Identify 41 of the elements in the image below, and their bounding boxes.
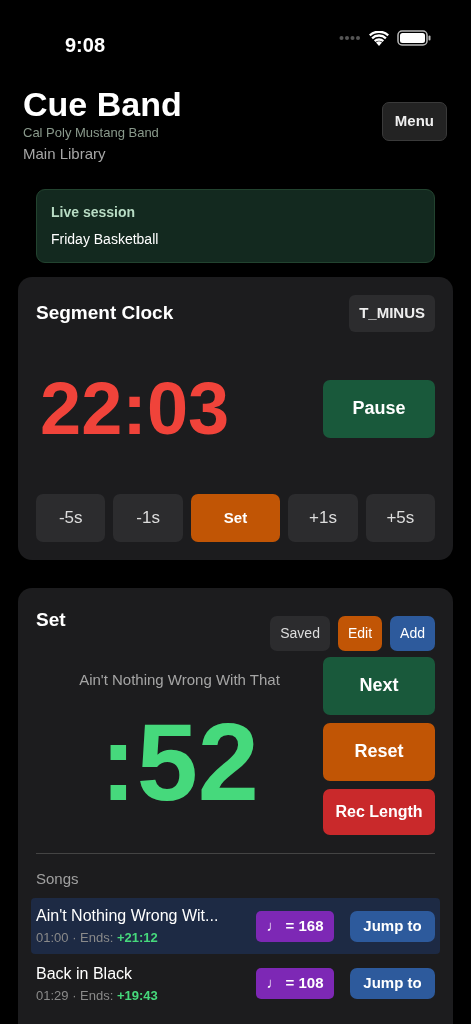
song-end-time: +21:12 (116, 930, 158, 946)
clock-time: 22:03 (40, 371, 230, 446)
adjust-button[interactable]: Set (190, 493, 281, 542)
panel-title: Set (36, 607, 66, 632)
tempo-badge: ♩ = 168 (256, 910, 334, 942)
song-meta: 01:29 · Ends: (36, 987, 114, 1003)
action-button[interactable]: Reset (323, 722, 435, 781)
current-song: Ain't Nothing Wrong With That (79, 669, 280, 690)
song-meta: 01:00 · Ends: (36, 930, 114, 946)
battery-icon (397, 30, 431, 46)
library-name: Main Library (23, 143, 107, 164)
songs-label: Songs (36, 868, 80, 889)
adjust-button[interactable]: +5s (365, 493, 436, 542)
set-time: :52 (100, 707, 259, 818)
organization-name: Cal Poly Mustang Band (23, 124, 160, 143)
adjust-button[interactable]: +1s (288, 493, 358, 542)
session-name: Friday Basketball (51, 230, 160, 250)
panel-header-button[interactable]: Edit (337, 615, 383, 651)
panel-header-button[interactable]: Saved (270, 615, 330, 651)
panel-title: Segment Clock (36, 301, 174, 326)
status-time: 9:08 (65, 33, 106, 58)
panel-header-button[interactable]: Add (390, 615, 435, 651)
jump-button[interactable]: Jump to (350, 968, 435, 1000)
pause-button[interactable]: Pause (323, 379, 435, 438)
mode-label: T_MINUS (349, 295, 435, 332)
tempo-badge: ♩ = 108 (256, 968, 334, 1000)
song-row[interactable]: Back in Black 01:29 · Ends: +19:43 ♩ = 108 Jump to (31, 955, 440, 1012)
song-title: Ain't Nothing Wrong Wit... (36, 906, 220, 927)
signal-icon (339, 35, 361, 41)
app-title: Cue Band (23, 86, 182, 124)
adjust-button[interactable]: -5s (36, 493, 106, 542)
song-end-time: +19:43 (116, 987, 158, 1003)
song-title: Back in Black (36, 963, 134, 984)
adjust-button[interactable]: -1s (113, 493, 183, 542)
jump-button[interactable]: Jump to (350, 910, 435, 942)
action-button[interactable]: Next (323, 656, 435, 715)
wifi-icon (369, 30, 389, 46)
session-label: Live session (51, 203, 137, 223)
action-button[interactable]: Rec Length (323, 788, 435, 835)
menu-button[interactable]: Menu (381, 102, 447, 141)
song-row[interactable]: Ain't Nothing Wrong Wit... 01:00 · Ends: +21:12 ♩ = 168 Jump to (31, 898, 440, 954)
